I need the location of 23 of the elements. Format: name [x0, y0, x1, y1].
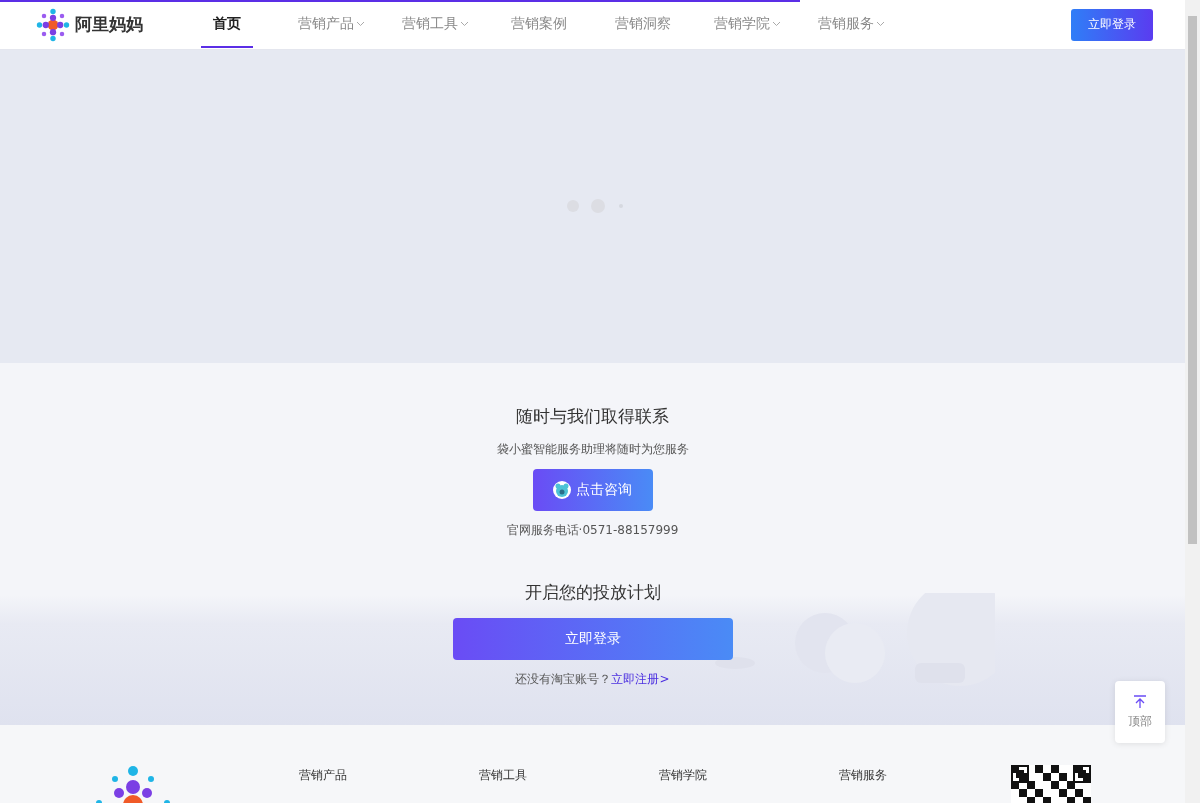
footer-heading: 营销工具 [479, 768, 527, 782]
scrollbar[interactable] [1185, 0, 1200, 803]
footer-heading: 营销服务 [839, 768, 887, 782]
nav-tab[interactable]: 营销案例 [487, 0, 591, 49]
contact-title: 随时与我们取得联系 [516, 405, 669, 428]
nav-tab[interactable]: 首页 [175, 0, 279, 49]
consult-button[interactable]: 点击咨询 [532, 469, 653, 511]
back-to-top-button[interactable]: 顶部 [1115, 681, 1165, 743]
register-prompt: 还没有淘宝账号？立即注册> [515, 671, 670, 688]
robot-icon [553, 481, 571, 499]
footer-heading: 营销学院 [659, 768, 707, 782]
logo-icon [93, 765, 173, 803]
login-button[interactable]: 立即登录 [452, 618, 733, 660]
arrow-up-icon [1133, 694, 1147, 709]
contact-subtitle: 袋小蜜智能服务助理将随时为您服务 [496, 441, 689, 458]
footer-heading: 营销产品 [299, 768, 347, 782]
logo-icon [35, 6, 71, 43]
nav-tab[interactable]: 营销洞察 [591, 0, 695, 49]
logo-text: 阿里妈妈 [75, 13, 143, 36]
login-button[interactable]: 立即登录 [1071, 8, 1153, 41]
service-phone: 官网服务电话·0571-88157999 [506, 522, 679, 539]
plan-title: 开启您的投放计划 [524, 581, 661, 604]
register-link[interactable]: 立即注册> [611, 672, 670, 686]
